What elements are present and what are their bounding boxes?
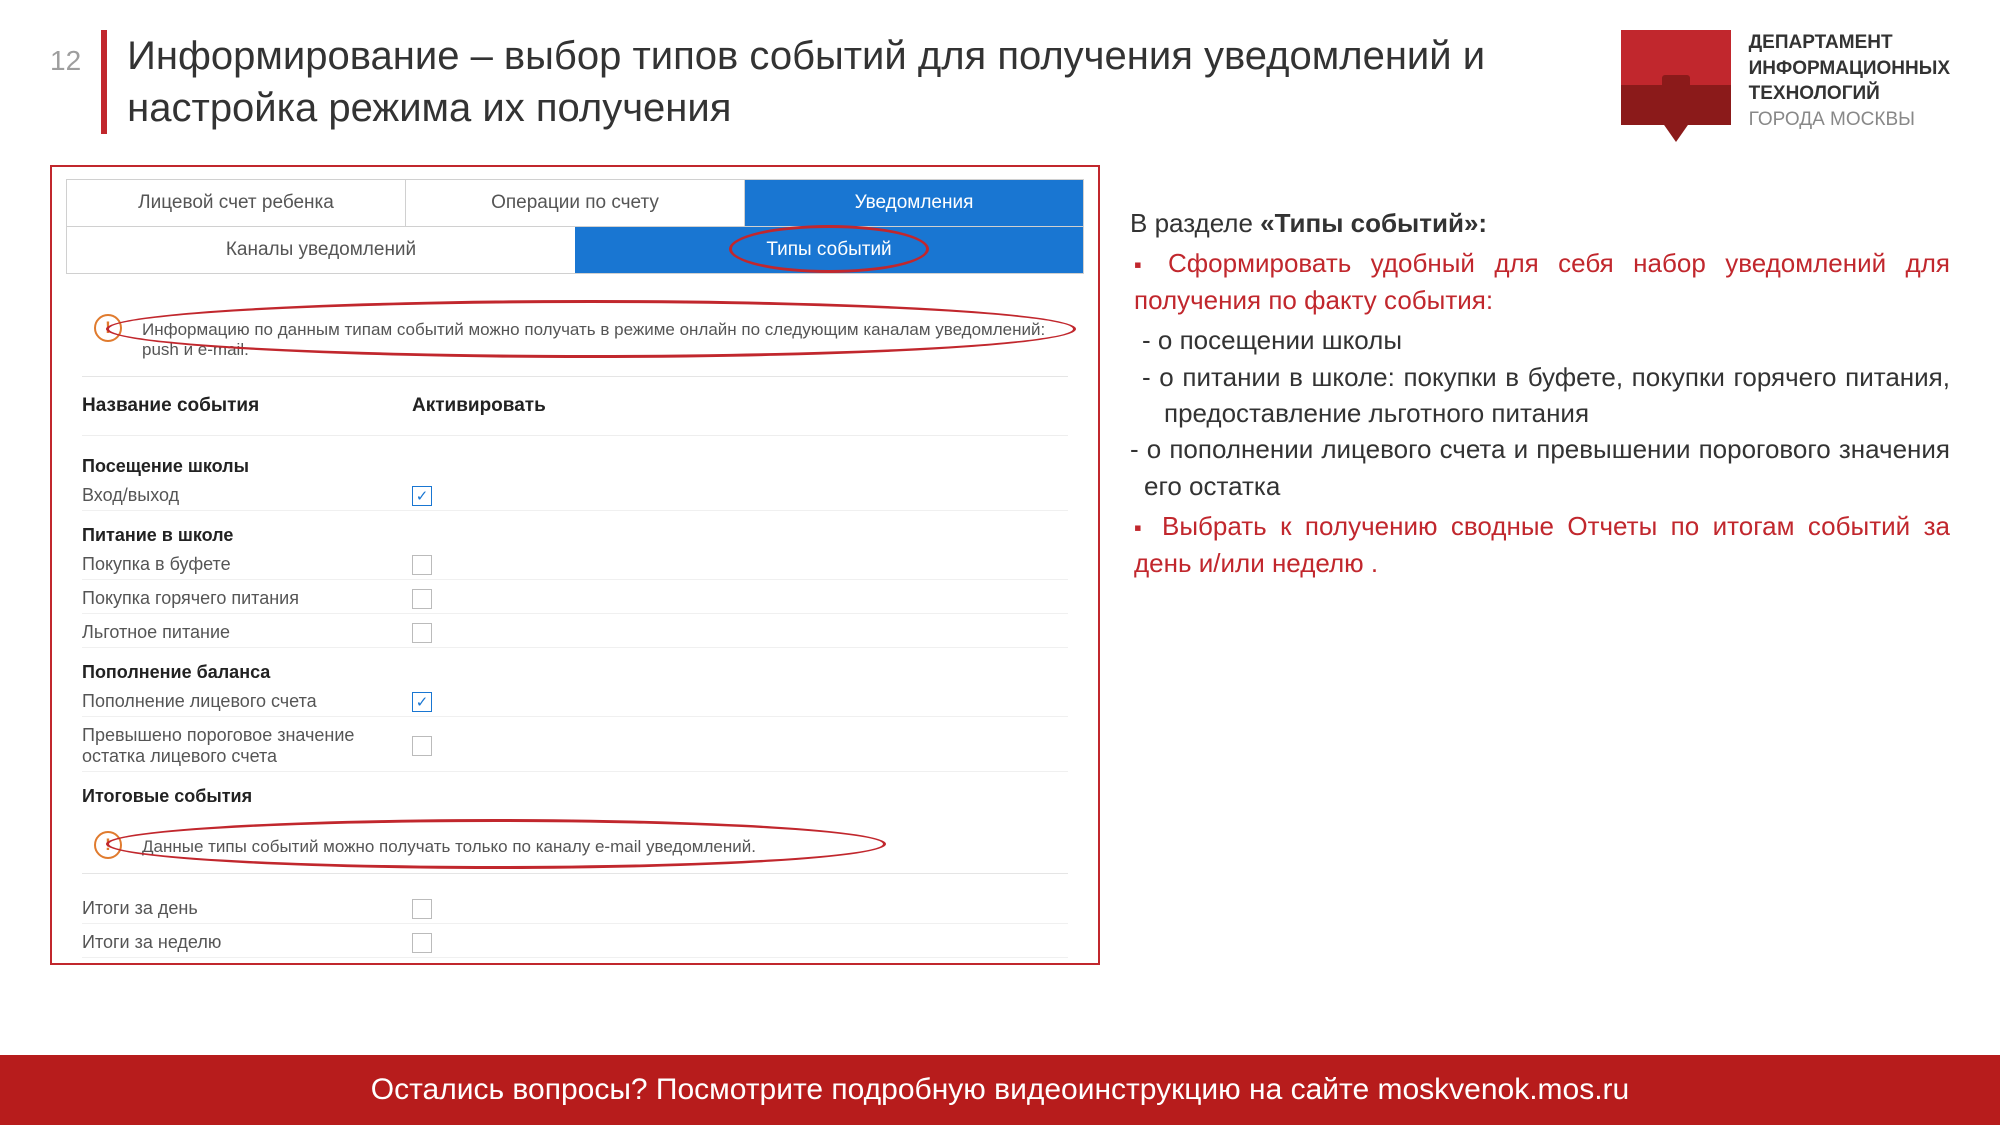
section-summary: Итоговые события: [82, 786, 1068, 807]
tab-notifications[interactable]: Уведомления: [745, 180, 1083, 226]
label-meal-benefit: Льготное питание: [82, 622, 412, 643]
table-header: Название события Активировать: [82, 395, 1068, 436]
logo-line4: ГОРОДА МОСКВЫ: [1749, 107, 1950, 133]
row-balance-topup: Пополнение лицевого счета ✓: [82, 687, 1068, 717]
checkbox-balance-threshold[interactable]: [412, 736, 432, 756]
checkbox-summary-week[interactable]: [412, 933, 432, 953]
label-school-inout: Вход/выход: [82, 485, 412, 506]
checkbox-meal-buffet[interactable]: [412, 555, 432, 575]
row-meal-benefit: Льготное питание: [82, 618, 1068, 648]
explain-bullet-1: Сформировать удобный для себя набор увед…: [1130, 245, 1950, 318]
checkbox-meal-hot[interactable]: [412, 589, 432, 609]
checkbox-balance-topup[interactable]: ✓: [412, 692, 432, 712]
explain-dash-2: о питании в школе: покупки в буфете, пок…: [1130, 359, 1950, 432]
exclaim-icon-2: !: [94, 831, 122, 859]
checkbox-summary-day[interactable]: [412, 899, 432, 919]
subtab-channels[interactable]: Каналы уведомлений: [67, 227, 575, 273]
col-activate-header: Активировать: [412, 395, 546, 417]
tab-account[interactable]: Лицевой счет ребенка: [67, 180, 406, 226]
logo-text: ДЕПАРТАМЕНТ ИНФОРМАЦИОННЫХ ТЕХНОЛОГИЙ ГО…: [1749, 30, 1950, 133]
info-banner-2: ! Данные типы событий можно получать тол…: [82, 821, 1068, 874]
explanation-panel: В разделе «Типы событий»: Сформировать у…: [1130, 165, 1950, 965]
col-name-header: Название события: [82, 395, 412, 417]
row-summary-day: Итоги за день: [82, 894, 1068, 924]
label-meal-buffet: Покупка в буфете: [82, 554, 412, 575]
subtab-event-types[interactable]: Типы событий: [575, 227, 1083, 273]
main-tabs: Лицевой счет ребенка Операции по счету У…: [66, 179, 1084, 227]
tab-operations[interactable]: Операции по счету: [406, 180, 745, 226]
ui-screenshot-panel: Лицевой счет ребенка Операции по счету У…: [50, 165, 1100, 965]
info-text-1: Информацию по данным типам событий можно…: [142, 320, 1045, 359]
label-meal-hot: Покупка горячего питания: [82, 588, 412, 609]
title-bar: Информирование – выбор типов событий для…: [101, 30, 1580, 134]
explain-lead-prefix: В разделе: [1130, 208, 1260, 238]
footer-banner: Остались вопросы? Посмотрите подробную в…: [0, 1055, 2000, 1125]
page-number: 12: [50, 45, 81, 77]
section-school: Посещение школы: [82, 456, 1068, 477]
label-balance-threshold: Превышено пороговое значение остатка лиц…: [82, 725, 412, 767]
explain-dash-3: о пополнении лицевого счета и превышении…: [1144, 434, 1950, 500]
row-school-inout: Вход/выход ✓: [82, 481, 1068, 511]
label-summary-week: Итоги за неделю: [82, 932, 412, 953]
logo-line2: ИНФОРМАЦИОННЫХ: [1749, 56, 1950, 82]
slide-title: Информирование – выбор типов событий для…: [127, 30, 1580, 134]
section-meal: Питание в школе: [82, 525, 1068, 546]
logo-icon: [1621, 30, 1731, 145]
row-meal-hot: Покупка горячего питания: [82, 584, 1068, 614]
explain-bullet-2: Выбрать к получению сводные Отчеты по ит…: [1130, 508, 1950, 581]
label-summary-day: Итоги за день: [82, 898, 412, 919]
row-balance-threshold: Превышено пороговое значение остатка лиц…: [82, 721, 1068, 772]
info-text-2: Данные типы событий можно получать тольк…: [142, 837, 756, 856]
dept-logo: ДЕПАРТАМЕНТ ИНФОРМАЦИОННЫХ ТЕХНОЛОГИЙ ГО…: [1621, 30, 1950, 145]
explain-lead-bold: «Типы событий»:: [1260, 208, 1487, 238]
checkbox-school-inout[interactable]: ✓: [412, 486, 432, 506]
row-meal-buffet: Покупка в буфете: [82, 550, 1068, 580]
explain-dash-1: о посещении школы: [1130, 322, 1950, 358]
label-balance-topup: Пополнение лицевого счета: [82, 691, 412, 712]
checkbox-meal-benefit[interactable]: [412, 623, 432, 643]
section-balance: Пополнение баланса: [82, 662, 1068, 683]
explain-lead: В разделе «Типы событий»:: [1130, 205, 1950, 241]
exclaim-icon: !: [94, 314, 122, 342]
logo-line1: ДЕПАРТАМЕНТ: [1749, 30, 1950, 56]
footer-text: Остались вопросы? Посмотрите подробную в…: [371, 1073, 1629, 1107]
logo-line3: ТЕХНОЛОГИЙ: [1749, 81, 1950, 107]
sub-tabs: Каналы уведомлений Типы событий: [66, 227, 1084, 274]
info-banner-1: ! Информацию по данным типам событий мож…: [82, 304, 1068, 377]
subtab-event-types-label: Типы событий: [766, 239, 891, 260]
row-summary-week: Итоги за неделю: [82, 928, 1068, 958]
